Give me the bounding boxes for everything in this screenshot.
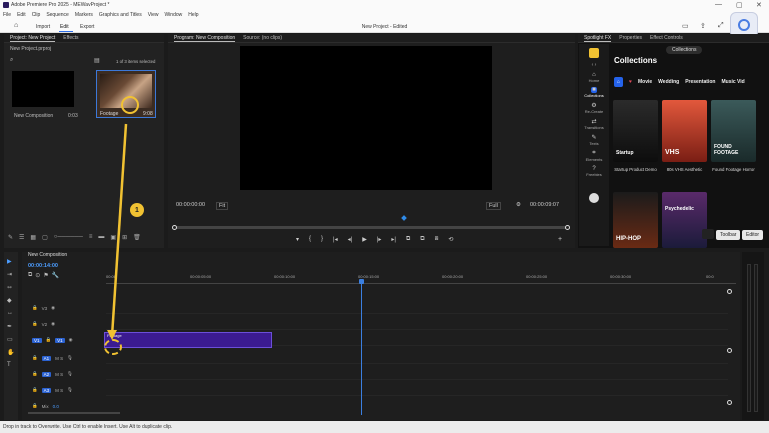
status-bar: Drop in track to Overwrite. Use Ctrl to … [0,421,769,433]
step-badge: 1 [130,203,144,217]
annotation-arrow [107,123,128,340]
status-message: Drop in track to Overwrite. Use Ctrl to … [3,424,173,430]
